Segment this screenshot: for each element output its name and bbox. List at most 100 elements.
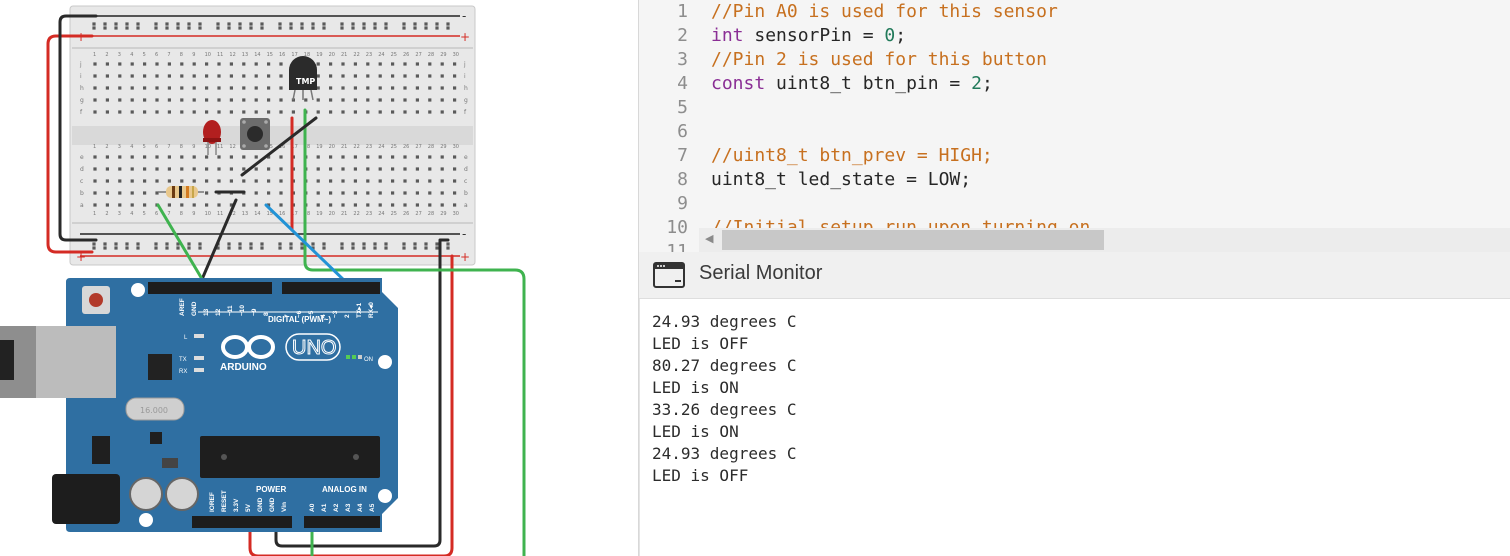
rail-hole[interactable]: [238, 246, 242, 250]
scrollbar-thumb[interactable]: [722, 230, 1104, 250]
rail-hole[interactable]: [176, 246, 180, 250]
rail-hole[interactable]: [103, 26, 107, 30]
breadboard-hole[interactable]: [366, 191, 370, 195]
rail-hole[interactable]: [373, 246, 377, 250]
breadboard-hole[interactable]: [378, 74, 382, 78]
breadboard-hole[interactable]: [366, 167, 370, 171]
rail-hole[interactable]: [198, 246, 202, 250]
breadboard[interactable]: - + + - + + 1112223334445556667778889991…: [69, 5, 476, 266]
rail-hole[interactable]: [424, 22, 428, 26]
breadboard-hole[interactable]: [118, 203, 122, 207]
breadboard-hole[interactable]: [279, 203, 283, 207]
breadboard-hole[interactable]: [205, 155, 209, 159]
rail-hole[interactable]: [446, 242, 450, 246]
breadboard-hole[interactable]: [316, 155, 320, 159]
breadboard-hole[interactable]: [279, 155, 283, 159]
breadboard-hole[interactable]: [378, 167, 382, 171]
rail-hole[interactable]: [114, 242, 118, 246]
scroll-left-arrow-icon[interactable]: ◀: [705, 232, 713, 245]
breadboard-hole[interactable]: [105, 74, 109, 78]
breadboard-hole[interactable]: [428, 179, 432, 183]
rail-hole[interactable]: [435, 26, 439, 30]
breadboard-hole[interactable]: [118, 98, 122, 102]
rail-hole[interactable]: [249, 26, 253, 30]
rail-hole[interactable]: [340, 246, 344, 250]
rail-hole[interactable]: [165, 26, 169, 30]
breadboard-hole[interactable]: [440, 191, 444, 195]
breadboard-hole[interactable]: [192, 74, 196, 78]
rail-hole[interactable]: [351, 26, 355, 30]
rail-hole[interactable]: [92, 26, 96, 30]
rail-hole[interactable]: [351, 242, 355, 246]
breadboard-hole[interactable]: [155, 167, 159, 171]
breadboard-hole[interactable]: [378, 86, 382, 90]
breadboard-hole[interactable]: [391, 191, 395, 195]
breadboard-hole[interactable]: [143, 167, 147, 171]
breadboard-hole[interactable]: [229, 155, 233, 159]
breadboard-hole[interactable]: [180, 62, 184, 66]
breadboard-hole[interactable]: [453, 62, 457, 66]
rail-hole[interactable]: [402, 26, 406, 30]
breadboard-hole[interactable]: [118, 191, 122, 195]
breadboard-hole[interactable]: [415, 155, 419, 159]
breadboard-hole[interactable]: [242, 74, 246, 78]
breadboard-hole[interactable]: [341, 167, 345, 171]
breadboard-hole[interactable]: [130, 62, 134, 66]
breadboard-hole[interactable]: [391, 98, 395, 102]
rail-hole[interactable]: [238, 22, 242, 26]
rail-hole[interactable]: [154, 22, 158, 26]
breadboard-hole[interactable]: [378, 98, 382, 102]
breadboard-hole[interactable]: [229, 98, 233, 102]
breadboard-hole[interactable]: [217, 86, 221, 90]
rail-hole[interactable]: [322, 26, 326, 30]
rail-hole[interactable]: [125, 242, 129, 246]
rail-hole[interactable]: [114, 26, 118, 30]
breadboard-hole[interactable]: [279, 74, 283, 78]
breadboard-hole[interactable]: [366, 86, 370, 90]
rail-hole[interactable]: [125, 22, 129, 26]
breadboard-hole[interactable]: [93, 203, 97, 207]
breadboard-hole[interactable]: [415, 98, 419, 102]
breadboard-hole[interactable]: [267, 74, 271, 78]
breadboard-hole[interactable]: [118, 86, 122, 90]
rail-hole[interactable]: [373, 242, 377, 246]
breadboard-hole[interactable]: [403, 167, 407, 171]
rail-hole[interactable]: [373, 26, 377, 30]
breadboard-hole[interactable]: [93, 62, 97, 66]
breadboard-hole[interactable]: [242, 179, 246, 183]
breadboard-hole[interactable]: [192, 62, 196, 66]
rail-hole[interactable]: [311, 242, 315, 246]
serial-monitor-header[interactable]: Serial Monitor: [639, 252, 1510, 299]
breadboard-hole[interactable]: [378, 203, 382, 207]
breadboard-hole[interactable]: [403, 74, 407, 78]
breadboard-hole[interactable]: [279, 179, 283, 183]
breadboard-hole[interactable]: [93, 179, 97, 183]
breadboard-hole[interactable]: [167, 155, 171, 159]
breadboard-hole[interactable]: [105, 179, 109, 183]
rail-hole[interactable]: [278, 242, 282, 246]
breadboard-hole[interactable]: [267, 110, 271, 114]
rail-hole[interactable]: [413, 246, 417, 250]
breadboard-hole[interactable]: [341, 110, 345, 114]
breadboard-hole[interactable]: [391, 86, 395, 90]
breadboard-hole[interactable]: [453, 98, 457, 102]
breadboard-hole[interactable]: [267, 179, 271, 183]
rail-hole[interactable]: [402, 242, 406, 246]
rail-hole[interactable]: [187, 26, 191, 30]
circuit-canvas[interactable]: - + + - + + 1112223334445556667778889991…: [0, 0, 638, 556]
breadboard-hole[interactable]: [217, 74, 221, 78]
rail-hole[interactable]: [227, 246, 231, 250]
breadboard-hole[interactable]: [329, 203, 333, 207]
rail-hole[interactable]: [362, 26, 366, 30]
breadboard-hole[interactable]: [143, 203, 147, 207]
breadboard-hole[interactable]: [329, 74, 333, 78]
breadboard-hole[interactable]: [205, 74, 209, 78]
rail-hole[interactable]: [136, 242, 140, 246]
breadboard-hole[interactable]: [205, 191, 209, 195]
breadboard-hole[interactable]: [415, 110, 419, 114]
rail-hole[interactable]: [289, 22, 293, 26]
breadboard-hole[interactable]: [242, 155, 246, 159]
breadboard-hole[interactable]: [440, 74, 444, 78]
breadboard-hole[interactable]: [93, 167, 97, 171]
breadboard-hole[interactable]: [378, 179, 382, 183]
